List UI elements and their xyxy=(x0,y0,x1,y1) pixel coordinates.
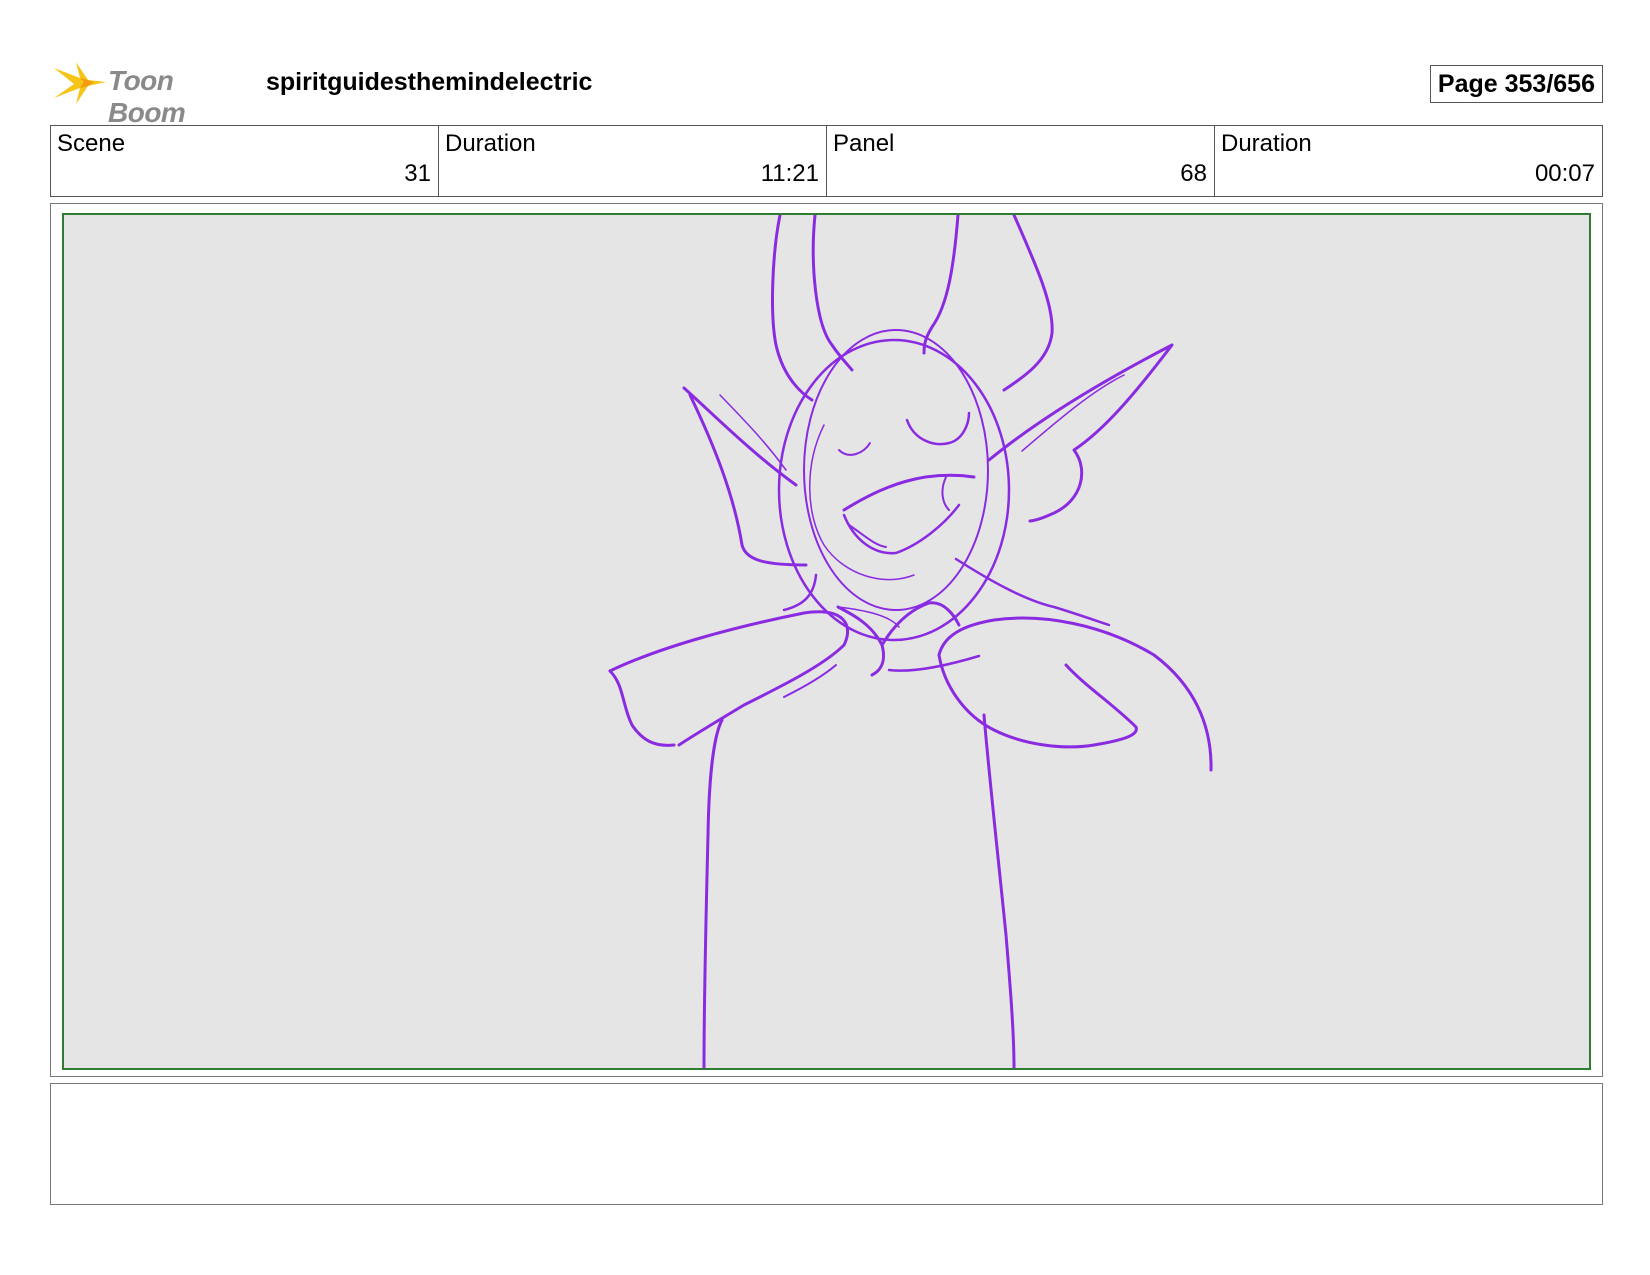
sketch-ear-right-inner xyxy=(1021,374,1125,452)
sketch-ear-right xyxy=(987,343,1174,523)
toon-boom-logo: Toon Boom xyxy=(50,54,250,128)
panel-label: Panel xyxy=(833,130,895,157)
storyboard-panel-frame xyxy=(50,203,1603,1077)
sketch-torso-left xyxy=(702,718,724,1068)
sketch-arm-right-lower xyxy=(937,653,1138,749)
sketch-antenna-right xyxy=(922,215,960,355)
sketch-mouth-bottom xyxy=(842,503,961,555)
panel-cell: Panel 68 xyxy=(827,126,1215,196)
sketch-ear-left xyxy=(682,386,808,567)
sketch-mouth-top xyxy=(842,473,976,512)
panel-duration-label: Duration xyxy=(1221,130,1312,157)
logo-star-icon xyxy=(54,62,106,104)
scene-info-table: Scene 31 Duration 11:21 Panel 68 Duratio… xyxy=(50,125,1603,197)
sketch-neck-left xyxy=(782,573,818,612)
sketch-antenna-left xyxy=(771,215,814,402)
sketch-head-stroke xyxy=(809,424,915,581)
sketch-eye-left xyxy=(838,442,871,456)
panel-duration-cell: Duration 00:07 xyxy=(1215,126,1602,196)
panel-value: 68 xyxy=(1180,160,1207,187)
sketch-tongue xyxy=(941,476,950,511)
scene-duration-cell: Duration 11:21 xyxy=(439,126,827,196)
panel-notes-box[interactable] xyxy=(50,1083,1603,1205)
character-sketch xyxy=(608,215,1213,1068)
storyboard-panel-image xyxy=(62,213,1591,1070)
sketch-ear-left-inner xyxy=(719,394,787,471)
scene-duration-value: 11:21 xyxy=(760,160,819,187)
scene-label: Scene xyxy=(57,130,126,157)
sketch-head-inner xyxy=(803,329,989,611)
page-header: Toon Boom spiritguidesthemindelectric Pa… xyxy=(50,52,1603,128)
scene-duration-label: Duration xyxy=(445,130,536,157)
panel-duration-value: 00:07 xyxy=(1534,160,1595,187)
sketch-antenna-left-inner xyxy=(811,215,854,372)
sketch-eye-right xyxy=(905,411,971,446)
sketch-antenna-right-outer xyxy=(1002,215,1054,392)
sketch-collar-bottom xyxy=(887,654,981,672)
project-title: spiritguidesthemindelectric xyxy=(266,68,593,96)
sketch-arm-left xyxy=(608,610,850,747)
page-indicator: Page 353/656 xyxy=(1429,65,1603,103)
sketch-arm-left-lower xyxy=(608,669,676,747)
scene-cell: Scene 31 xyxy=(51,126,439,196)
logo-text: Toon Boom xyxy=(108,65,186,128)
sketch-mouth-inner xyxy=(848,524,887,548)
sketch-torso-right xyxy=(982,713,1016,1068)
scene-value: 31 xyxy=(404,160,431,187)
sketch-head-outer xyxy=(777,338,1011,642)
